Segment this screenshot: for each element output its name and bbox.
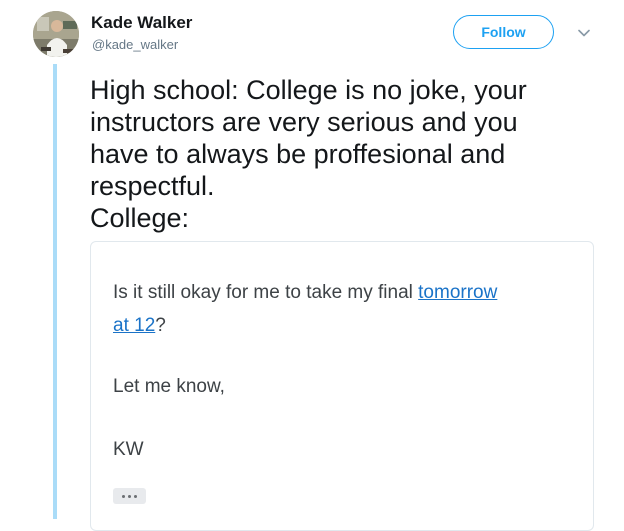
follow-button[interactable]: Follow (453, 15, 554, 49)
author-display-name[interactable]: Kade Walker (91, 13, 192, 33)
author-handle[interactable]: @kade_walker (92, 37, 178, 52)
tweet-text-line: High school: College is no joke, your (90, 75, 527, 105)
email-signoff: Let me know, (113, 376, 225, 397)
tweet-text-line: College: (90, 203, 190, 233)
user-avatar-photo-icon (33, 11, 79, 57)
email-line-1: Is it still okay for me to take my final… (113, 279, 497, 307)
tweet-text: High school: College is no joke, your in… (90, 74, 590, 234)
chevron-down-icon (578, 29, 590, 37)
thread-line (53, 64, 57, 519)
tweet-text-line: instructors are very serious and you (90, 107, 518, 137)
email-time-link[interactable]: at 12 (113, 315, 155, 336)
email-date-link[interactable]: tomorrow (418, 282, 497, 303)
email-signature: KW (113, 439, 144, 460)
attached-email-image[interactable]: Is it still okay for me to take my final… (90, 241, 594, 531)
email-text: Is it still okay for me to take my final (113, 282, 419, 303)
show-trimmed-content-button[interactable] (113, 488, 146, 504)
avatar[interactable] (33, 11, 79, 57)
email-text: ? (155, 315, 166, 336)
email-line-2: at 12? (113, 312, 166, 340)
more-options-button[interactable] (575, 24, 593, 42)
tweet-text-line: respectful. (90, 171, 215, 201)
tweet-text-line: have to always be proffesional and (90, 139, 506, 169)
ellipsis-icon (122, 494, 137, 498)
